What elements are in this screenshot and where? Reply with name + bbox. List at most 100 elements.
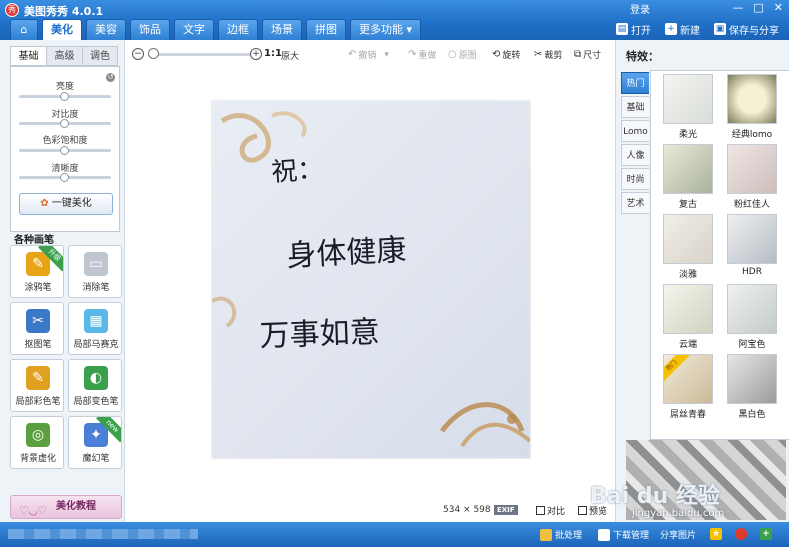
effect-retro[interactable] <box>663 144 713 194</box>
compare-button[interactable]: 对比 <box>536 504 565 517</box>
eraser-icon: ▭ <box>84 252 108 276</box>
effect-youth[interactable]: 热门 <box>663 354 713 404</box>
star-icon: ★ <box>710 528 722 540</box>
vtab-lomo[interactable]: Lomo <box>621 120 649 142</box>
undo-icon: ↶ <box>348 49 357 60</box>
share-image-button[interactable]: 分享图片 <box>660 528 696 541</box>
close-icon[interactable]: ✕ <box>774 1 783 14</box>
new-button[interactable]: + 新建 <box>665 22 700 37</box>
brush-eraser[interactable]: ▭ 消除笔 <box>68 245 122 298</box>
batch-button[interactable]: 批处理 <box>540 528 582 541</box>
sharpness-thumb[interactable] <box>60 173 69 182</box>
compare-icon <box>536 506 545 515</box>
login-link[interactable]: 登录 <box>630 1 650 16</box>
vtab-portrait[interactable]: 人像 <box>621 144 649 166</box>
maximize-icon[interactable]: □ <box>753 1 763 14</box>
brush-local-recolor[interactable]: ◐ 局部变色笔 <box>68 359 122 412</box>
contrast-thumb[interactable] <box>60 119 69 128</box>
canvas-toolbar: − + 1:1 原大 ↶ 撤销 ▾ ↷ 重做 ○ 原图 ⟲ 旋转 ✂ 裁剪 ⧉ … <box>126 40 615 68</box>
tab-border[interactable]: 边框 <box>218 19 258 40</box>
add-button[interactable]: + <box>760 528 772 540</box>
tab-more[interactable]: 更多功能 ▾ <box>350 19 422 40</box>
cutout-pen-icon: ✂ <box>26 309 50 333</box>
saturation-label: 色彩饱和度 <box>42 136 88 146</box>
chevron-down-icon[interactable]: ▾ <box>384 50 389 60</box>
effect-pink-lady[interactable] <box>727 144 777 194</box>
tab-face[interactable]: 美容 <box>86 19 126 40</box>
brushes-title: 各种画笔 <box>14 235 54 246</box>
rotate-icon: ⟲ <box>492 49 501 60</box>
exif-button[interactable]: EXIF <box>494 505 518 515</box>
left-panel: 基础 高级 调色 ↺ 亮度 对比度 色彩饱和度 清晰度 ✿ 一键美化 各种画笔 … <box>0 40 125 522</box>
app-title: 美图秀秀 4.0.1 <box>24 5 104 18</box>
original-size-button[interactable]: 原大 <box>281 49 299 62</box>
tab-scene[interactable]: 场景 <box>262 19 302 40</box>
star-button[interactable]: ★ <box>710 528 722 540</box>
effects-title: 特效： <box>626 50 659 63</box>
vtab-hot[interactable]: 热门 <box>621 72 649 94</box>
undo-button[interactable]: ↶ 撤销 ▾ <box>348 48 389 61</box>
folder-icon: ▤ <box>616 23 628 35</box>
subtab-color[interactable]: 调色 <box>82 46 118 66</box>
vtab-basic[interactable]: 基础 <box>621 96 649 118</box>
effect-hdr[interactable] <box>727 214 777 264</box>
zoom-ratio[interactable]: 1:1 <box>264 48 282 59</box>
tab-text[interactable]: 文字 <box>174 19 214 40</box>
effect-soft-light[interactable] <box>663 74 713 124</box>
tab-beautify[interactable]: 美化 <box>42 19 82 40</box>
vtab-art[interactable]: 艺术 <box>621 192 649 214</box>
brush-local-color[interactable]: ✎ 局部彩色笔 <box>10 359 64 412</box>
zoom-out-icon[interactable]: − <box>132 48 144 60</box>
effect-elegant[interactable] <box>663 214 713 264</box>
brightness-label: 亮度 <box>55 82 74 92</box>
vtab-fashion[interactable]: 时尚 <box>621 168 649 190</box>
canvas-status: 534 × 598 EXIF 对比 预览 <box>126 500 615 522</box>
tab-home[interactable]: ⌂ <box>10 19 38 40</box>
tutorial-button[interactable]: ♡◡♡ 美化教程 <box>10 495 122 519</box>
tab-collage[interactable]: 拼图 <box>306 19 346 40</box>
brush-cutout[interactable]: ✂ 抠图笔 <box>10 302 64 355</box>
bottom-ticker <box>8 529 198 539</box>
brightness-thumb[interactable] <box>60 92 69 101</box>
window-controls: — □ ✕ <box>732 0 783 14</box>
reset-image-button[interactable]: ○ 原图 <box>448 48 477 61</box>
preview-icon <box>578 506 587 515</box>
zoom-thumb[interactable] <box>148 48 159 59</box>
saturation-thumb[interactable] <box>60 146 69 155</box>
effect-abao[interactable] <box>727 284 777 334</box>
effect-classic-lomo[interactable] <box>727 74 777 124</box>
brush-doodle[interactable]: ✎ 升级 涂鸦笔 <box>10 245 64 298</box>
brush-mosaic[interactable]: ▦ 局部马赛克 <box>68 302 122 355</box>
plus-icon: + <box>760 528 772 540</box>
effect-black-white[interactable] <box>727 354 777 404</box>
open-button[interactable]: ▤ 打开 <box>616 22 651 37</box>
brush-background-blur[interactable]: ◎ 背景虚化 <box>10 416 64 469</box>
watermark-url: jingyan.baidu.com <box>632 508 725 519</box>
one-click-beautify-button[interactable]: ✿ 一键美化 <box>19 193 113 215</box>
canvas-area: − + 1:1 原大 ↶ 撤销 ▾ ↷ 重做 ○ 原图 ⟲ 旋转 ✂ 裁剪 ⧉ … <box>126 40 615 522</box>
resize-icon: ⧉ <box>574 49 582 60</box>
photo-canvas[interactable]: 祝： 身体健康 万事如意 <box>212 101 530 458</box>
crop-button[interactable]: ✂ 裁剪 <box>534 48 562 61</box>
subtab-advanced[interactable]: 高级 <box>46 46 82 66</box>
effect-cloud[interactable] <box>663 284 713 334</box>
resize-button[interactable]: ⧉ 尺寸 <box>574 48 601 61</box>
scissors-icon: ✂ <box>534 49 543 60</box>
redo-button[interactable]: ↷ 重做 <box>408 48 436 61</box>
heart-icon: ♡◡♡ <box>19 504 48 517</box>
zoom-slider[interactable] <box>148 53 250 56</box>
rotate-button[interactable]: ⟲ 旋转 <box>492 48 520 61</box>
download-manager-button[interactable]: 下载管理 <box>598 528 649 541</box>
subtab-basic[interactable]: 基础 <box>10 46 46 66</box>
batch-icon <box>540 528 552 541</box>
effects-panel: 特效： 热门 基础 Lomo 人像 时尚 艺术 柔光 经典lomo 复古 粉红佳… <box>615 40 789 522</box>
weibo-button[interactable] <box>735 528 747 540</box>
minimize-icon[interactable]: — <box>732 1 743 14</box>
save-share-button[interactable]: ▣ 保存与分享 <box>714 22 779 37</box>
zoom-in-icon[interactable]: + <box>250 48 262 60</box>
plus-icon: + <box>665 23 677 35</box>
brush-magic[interactable]: ✦ new 魔幻笔 <box>68 416 122 469</box>
photo-content: 祝： 身体健康 万事如意 <box>212 111 530 448</box>
tab-decoration[interactable]: 饰品 <box>130 19 170 40</box>
redo-icon: ↷ <box>408 49 417 60</box>
